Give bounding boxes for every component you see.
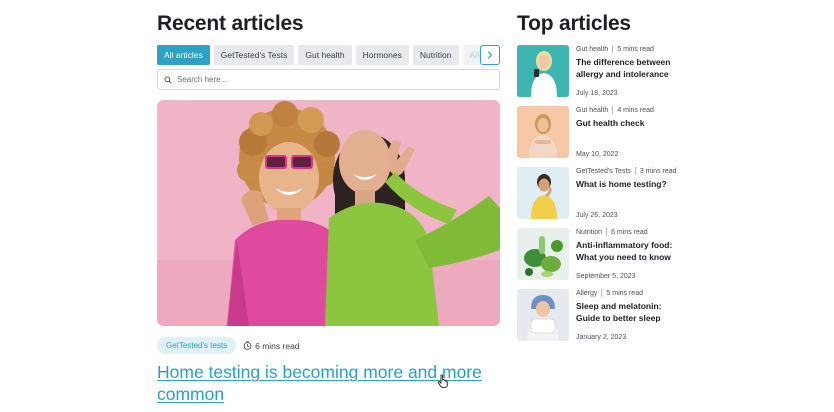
hand-cursor-icon bbox=[437, 374, 448, 388]
top-articles-heading: Top articles bbox=[517, 12, 631, 35]
meta-divider bbox=[601, 289, 603, 297]
top-article-card[interactable]: GetTested's Tests 3 mins read What is hom… bbox=[517, 167, 682, 219]
article-read-time: 5 mins read bbox=[617, 45, 654, 53]
category-tabs: All articles GetTested's Tests Gut healt… bbox=[157, 45, 500, 65]
featured-read-time: 6 mins read bbox=[243, 340, 300, 351]
search-icon bbox=[164, 76, 172, 84]
search-field[interactable] bbox=[157, 69, 500, 90]
article-info: Nutrition 6 mins read Anti-inflammatory f… bbox=[576, 228, 682, 280]
article-thumbnail bbox=[517, 289, 569, 341]
clock-icon bbox=[243, 341, 252, 350]
article-info: GetTested's Tests 3 mins read What is hom… bbox=[576, 167, 682, 219]
top-article-card[interactable]: Gut health 5 mins read The difference bet… bbox=[517, 45, 682, 97]
article-date: September 5, 2023 bbox=[576, 273, 636, 280]
recent-articles-heading: Recent articles bbox=[157, 12, 304, 35]
article-meta: Nutrition 6 mins read bbox=[576, 228, 682, 236]
article-meta: Gut health 5 mins read bbox=[576, 45, 682, 53]
article-thumbnail bbox=[517, 228, 569, 280]
tab-all-articles[interactable]: All articles bbox=[157, 45, 210, 65]
article-date: July 26, 2023 bbox=[576, 212, 618, 219]
woman-phone-photo bbox=[517, 45, 569, 97]
article-info: Gut health 4 mins read Gut health check M… bbox=[576, 106, 682, 158]
article-read-time: 3 mins read bbox=[639, 167, 677, 175]
article-info: Gut health 5 mins read The difference bet… bbox=[576, 45, 682, 97]
article-info: Allergy 5 mins read Sleep and melatonin: … bbox=[576, 289, 682, 341]
tabs-next-button[interactable] bbox=[480, 45, 500, 65]
article-category: GetTested's Tests bbox=[576, 167, 631, 175]
meta-divider bbox=[612, 45, 614, 53]
article-title[interactable]: The difference between allergy and intol… bbox=[576, 57, 682, 80]
tab-hormones[interactable]: Hormones bbox=[355, 45, 409, 65]
chevron-right-icon bbox=[487, 51, 493, 59]
woman-pillow-photo bbox=[517, 289, 569, 341]
article-date: July 18, 2023 bbox=[576, 90, 618, 97]
article-title[interactable]: Anti-inflammatory food: What you need to… bbox=[576, 240, 682, 263]
meta-divider bbox=[612, 106, 614, 114]
woman-smiling-photo bbox=[517, 106, 569, 158]
featured-meta: GetTested's tests 6 mins read bbox=[157, 337, 300, 354]
article-thumbnail bbox=[517, 167, 569, 219]
top-article-card[interactable]: Gut health 4 mins read Gut health check M… bbox=[517, 106, 682, 158]
article-title[interactable]: Gut health check bbox=[576, 118, 682, 130]
article-title[interactable]: What is home testing? bbox=[576, 179, 682, 191]
article-category: Allergy bbox=[576, 289, 598, 297]
article-date: January 2, 2023 bbox=[576, 334, 627, 341]
man-thinking-photo bbox=[517, 167, 569, 219]
article-category: Nutrition bbox=[576, 228, 603, 236]
article-meta: Gut health 4 mins read bbox=[576, 106, 682, 114]
vegetables-photo bbox=[517, 228, 569, 280]
article-thumbnail bbox=[517, 45, 569, 97]
featured-read-time-text: 6 mins read bbox=[255, 340, 300, 351]
meta-divider bbox=[634, 167, 636, 175]
article-category: Gut health bbox=[576, 106, 609, 114]
article-meta: Allergy 5 mins read bbox=[576, 289, 682, 297]
featured-article-image[interactable] bbox=[157, 100, 500, 326]
article-read-time: 5 mins read bbox=[606, 289, 643, 297]
top-article-card[interactable]: Nutrition 6 mins read Anti-inflammatory f… bbox=[517, 228, 682, 280]
article-read-time: 6 mins read bbox=[611, 228, 648, 236]
article-date: May 10, 2022 bbox=[576, 151, 619, 158]
top-article-card[interactable]: Allergy 5 mins read Sleep and melatonin: … bbox=[517, 289, 682, 341]
tab-gut-health[interactable]: Gut health bbox=[298, 45, 352, 65]
search-input[interactable] bbox=[177, 75, 477, 84]
article-category: Gut health bbox=[576, 45, 609, 53]
article-meta: GetTested's Tests 3 mins read bbox=[576, 167, 682, 175]
article-title[interactable]: Sleep and melatonin: Guide to better sle… bbox=[576, 301, 682, 324]
meta-divider bbox=[606, 228, 608, 236]
tab-nutrition[interactable]: Nutrition bbox=[412, 45, 459, 65]
two-women-photo bbox=[157, 100, 500, 326]
article-read-time: 4 mins read bbox=[617, 106, 654, 114]
featured-category-chip[interactable]: GetTested's tests bbox=[157, 337, 237, 354]
tab-gettested-tests[interactable]: GetTested's Tests bbox=[213, 45, 295, 65]
article-thumbnail bbox=[517, 106, 569, 158]
